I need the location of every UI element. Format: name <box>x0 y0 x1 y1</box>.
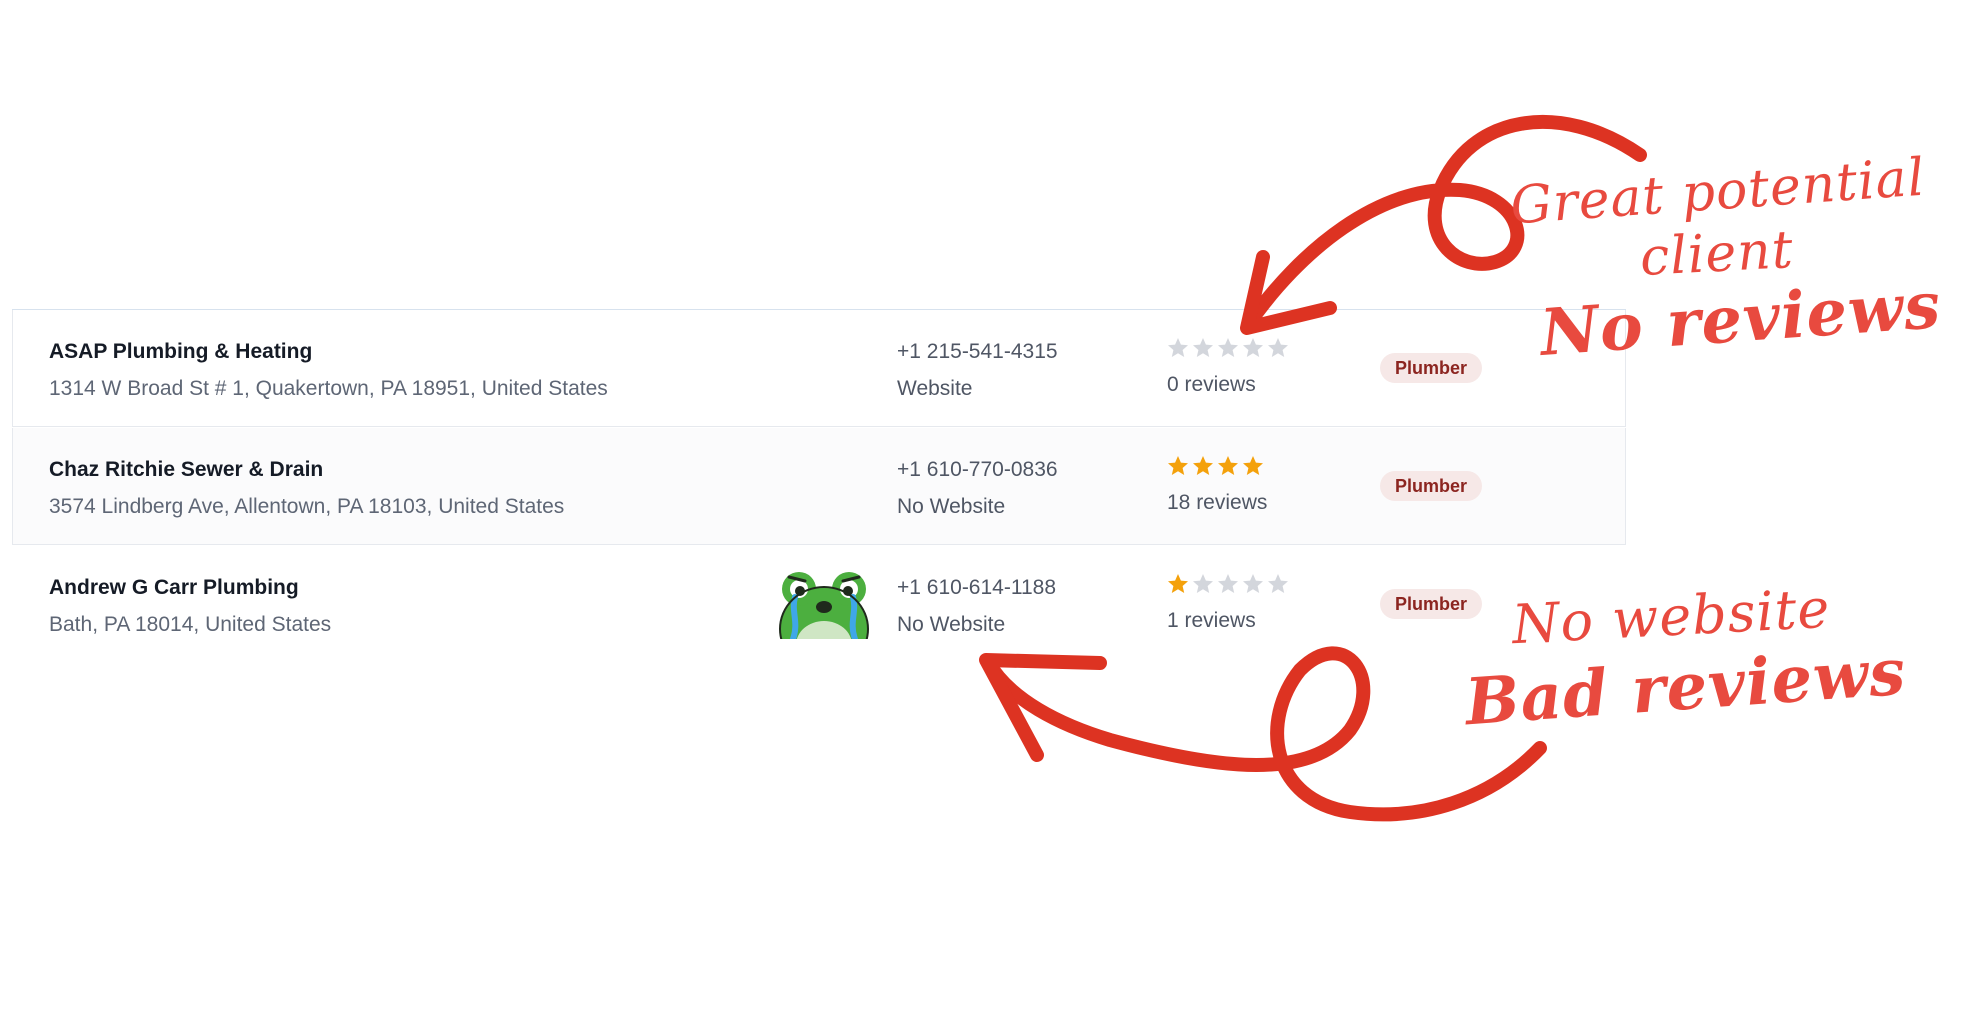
category-badge: Plumber <box>1380 471 1483 501</box>
business-address: 1314 W Broad St # 1, Quakertown, PA 1895… <box>49 377 608 400</box>
star-empty-icon <box>1243 338 1263 357</box>
business-listing-table: ASAP Plumbing & Heating 1314 W Broad St … <box>12 309 1626 664</box>
annotation-client: client <box>1638 220 1796 288</box>
table-row[interactable]: Andrew G Carr Plumbing Bath, PA 18014, U… <box>12 546 1626 663</box>
bottom-arrow-stroke <box>981 646 1547 822</box>
star-empty-icon <box>1243 574 1263 593</box>
screenshot-stage: ASAP Plumbing & Heating 1314 W Broad St … <box>0 0 1980 1020</box>
business-name[interactable]: ASAP Plumbing & Heating <box>49 340 312 364</box>
business-address: Bath, PA 18014, United States <box>49 613 332 636</box>
bottom-arrow-head <box>979 653 1107 762</box>
star-rating <box>1166 336 1290 360</box>
review-count: 0 reviews <box>1167 373 1256 396</box>
website-link[interactable]: Website <box>897 377 972 401</box>
phone-number[interactable]: +1 215-541-4315 <box>897 340 1058 364</box>
star-filled-icon <box>1168 574 1188 593</box>
business-address: 3574 Lindberg Ave, Allentown, PA 18103, … <box>49 495 565 518</box>
review-count: 18 reviews <box>1167 491 1268 514</box>
website-status: No Website <box>897 495 1006 518</box>
business-name[interactable]: Chaz Ritchie Sewer & Drain <box>49 458 323 482</box>
star-filled-icon <box>1193 456 1213 475</box>
star-rating <box>1166 572 1290 596</box>
table-row[interactable]: ASAP Plumbing & Heating 1314 W Broad St … <box>12 310 1626 427</box>
phone-number[interactable]: +1 610-770-0836 <box>897 458 1058 482</box>
crying-frog-icon <box>777 567 871 639</box>
category-badge: Plumber <box>1380 353 1483 383</box>
star-filled-icon <box>1243 456 1263 475</box>
star-rating <box>1166 454 1265 478</box>
star-filled-icon <box>1218 456 1238 475</box>
star-empty-icon <box>1193 574 1213 593</box>
star-filled-icon <box>1168 456 1188 475</box>
phone-number[interactable]: +1 610-614-1188 <box>897 576 1056 600</box>
star-empty-icon <box>1218 574 1238 593</box>
review-count: 1 reviews <box>1167 609 1256 632</box>
star-empty-icon <box>1193 338 1213 357</box>
business-name[interactable]: Andrew G Carr Plumbing <box>49 576 299 600</box>
website-status: No Website <box>897 613 1006 636</box>
category-badge: Plumber <box>1380 589 1483 619</box>
star-empty-icon <box>1268 338 1288 357</box>
table-row[interactable]: Chaz Ritchie Sewer & Drain 3574 Lindberg… <box>12 428 1626 545</box>
star-empty-icon <box>1218 338 1238 357</box>
star-empty-icon <box>1168 338 1188 357</box>
star-empty-icon <box>1268 574 1288 593</box>
annotation-no-reviews: No reviews <box>1537 268 1944 371</box>
